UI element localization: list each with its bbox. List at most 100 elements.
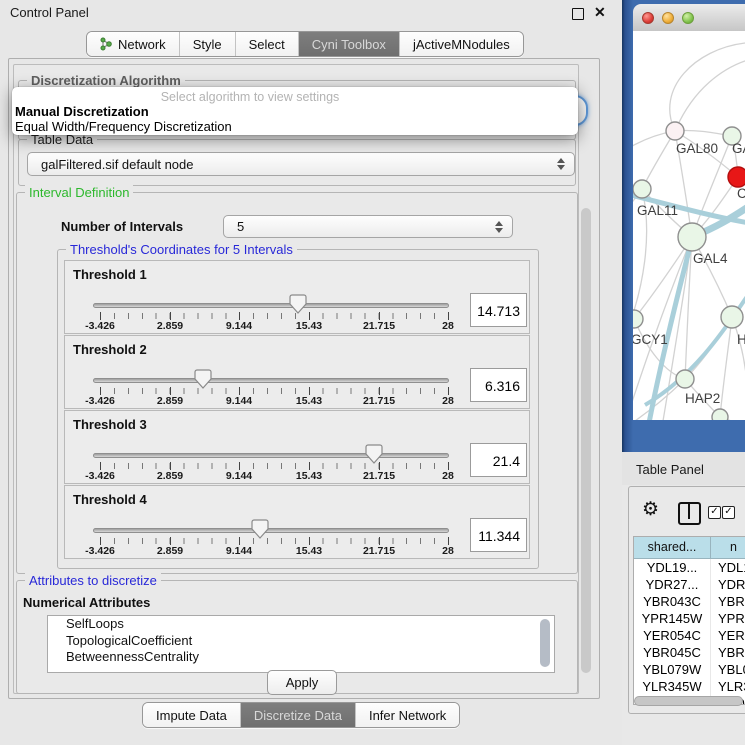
threshold-2-value-field[interactable]: 6.316 [470,368,527,402]
close-traffic-light[interactable] [642,12,654,24]
list-vertical-scrollbar[interactable] [540,619,550,667]
list-item-topologicalcoefficient[interactable]: TopologicalCoefficient [48,633,554,650]
network-icon [100,37,112,51]
cell[interactable]: YBR0 [711,644,745,661]
threshold-2-label: Threshold 2 [73,342,147,357]
label-gal80: GAL80 [676,141,718,156]
node-gal11[interactable] [633,180,651,198]
slider-track[interactable] [93,453,449,458]
threshold-3-slider-thumb[interactable] [365,444,383,464]
table-row[interactable]: YBL079WYBL0 [634,661,745,678]
bottom-tab-bar: Impute Data Discretize Data Infer Networ… [142,702,460,728]
threshold-4-value-field[interactable]: 11.344 [470,518,527,552]
table-panel-header: Table Panel [622,452,745,485]
zoom-traffic-light[interactable] [682,12,694,24]
node-bottom[interactable] [712,409,728,420]
node-gal4[interactable] [678,223,706,251]
table-row[interactable]: YPR145WYPR1 [634,610,745,627]
network-canvas[interactable]: GAL80 GA C GAL11 GAL4 GCY1 H HAP2 [633,31,745,420]
table-horizontal-scrollbar[interactable] [634,696,743,706]
cell[interactable]: YBR0 [711,593,745,610]
popup-option-manual-discretization[interactable]: Manual Discretization [15,104,149,119]
gear-icon[interactable]: ⚙ [642,500,659,519]
tab-select-label: Select [249,37,285,52]
float-window-icon[interactable] [572,8,584,20]
panel-vertical-scrollbar[interactable] [581,208,591,673]
cell[interactable]: YBR045C [634,644,711,661]
table-data-combo[interactable]: galFiltered.sif default node [27,152,575,176]
cell[interactable]: YBR043C [634,593,711,610]
column-header-shared-name[interactable]: shared... [634,537,711,558]
tab-jactivemnodules-label: jActiveMNodules [413,37,510,52]
table-data-group: Table Data galFiltered.sif default node [18,139,576,186]
list-item-betweennesscentrality[interactable]: BetweennessCentrality [48,649,554,666]
cell[interactable]: YDL19... [634,559,711,576]
threshold-4-slider-thumb[interactable] [251,519,269,539]
cell[interactable]: YLR345W [634,678,711,695]
node-hap2[interactable] [676,370,694,388]
popup-option-equal-width[interactable]: Equal Width/Frequency Discretization [15,119,232,134]
tab-impute-data-label: Impute Data [156,708,227,723]
column-header-name[interactable]: n [711,537,745,558]
table-row[interactable]: YDL19...YDL1 [634,559,745,576]
table-row[interactable]: YLR345WYLR3 [634,678,745,695]
tab-impute-data[interactable]: Impute Data [143,703,240,727]
node-h[interactable] [721,306,743,328]
table-panel-box: ⚙ ✓ ✓ shared... n YDL19...YDL1 YDR27...Y… [628,486,745,714]
slider-track[interactable] [93,528,449,533]
table-row[interactable]: YDR27...YDR2 [634,576,745,593]
cell[interactable]: YPR145W [634,610,711,627]
cell[interactable]: YDL1 [711,559,745,576]
threshold-1-value-field[interactable]: 14.713 [470,293,527,327]
label-hap2: HAP2 [685,391,720,406]
node-gal80[interactable] [666,122,684,140]
popup-prompt: Select algorithm to view settings [12,90,488,104]
slider-track[interactable] [93,378,449,383]
threshold-1-slider-thumb[interactable] [289,294,307,314]
threshold-4-label: Threshold 4 [73,492,147,507]
tab-cyni-toolbox-label: Cyni Toolbox [312,37,386,52]
number-of-intervals-combo[interactable]: 5 [223,215,513,238]
threshold-4-row: Threshold 4 -3.4262.8599.14415.4321.7152… [64,485,530,559]
apply-button[interactable]: Apply [267,670,337,695]
slider-ticks [93,388,449,394]
node-attribute-table: shared... n YDL19...YDL1 YDR27...YDR2 YB… [633,536,745,705]
cell[interactable]: YPR1 [711,610,745,627]
tab-discretize-data[interactable]: Discretize Data [240,703,355,727]
cell[interactable]: YER0 [711,627,745,644]
tab-style[interactable]: Style [179,32,235,56]
tab-jactivemnodules[interactable]: jActiveMNodules [399,32,523,56]
tab-infer-network[interactable]: Infer Network [355,703,459,727]
threshold-2-slider-thumb[interactable] [194,369,212,389]
table-row[interactable]: YBR043CYBR0 [634,593,745,610]
node-red-selected[interactable] [728,167,745,187]
top-tab-bar: Network Style Select Cyni Toolbox jActiv… [86,31,524,57]
table-row[interactable]: YER054CYER0 [634,627,745,644]
number-of-intervals-value: 5 [237,219,244,234]
cell[interactable]: YBL079W [634,661,711,678]
tab-network[interactable]: Network [87,32,179,56]
list-item-selfloops[interactable]: SelfLoops [48,616,554,633]
cell[interactable]: YLR3 [711,678,745,695]
tab-select[interactable]: Select [235,32,298,56]
minimize-traffic-light[interactable] [662,12,674,24]
threshold-3-value-field[interactable]: 21.4 [470,443,527,477]
cell[interactable]: YDR2 [711,576,745,593]
slider-ticks [93,538,449,544]
close-icon[interactable]: ✕ [594,4,606,21]
table-row[interactable]: YBR045CYBR0 [634,644,745,661]
network-window-titlebar [633,4,745,32]
table-data-combo-value: galFiltered.sif default node [41,157,193,172]
node-gcy1[interactable] [633,310,643,328]
tab-cyni-toolbox[interactable]: Cyni Toolbox [298,32,399,56]
checkbox-icon-2[interactable]: ✓ [722,506,735,519]
cell[interactable]: YDR27... [634,576,711,593]
checkbox-icon-1[interactable]: ✓ [708,506,721,519]
cell[interactable]: YBL0 [711,661,745,678]
interval-definition-title: Interval Definition [25,185,133,200]
control-panel-titlebar: Control Panel ✕ [0,0,622,26]
slider-track[interactable] [93,303,449,308]
split-view-icon[interactable] [678,502,701,525]
cell[interactable]: YER054C [634,627,711,644]
numerical-attributes-list: SelfLoops TopologicalCoefficient Between… [47,615,555,673]
